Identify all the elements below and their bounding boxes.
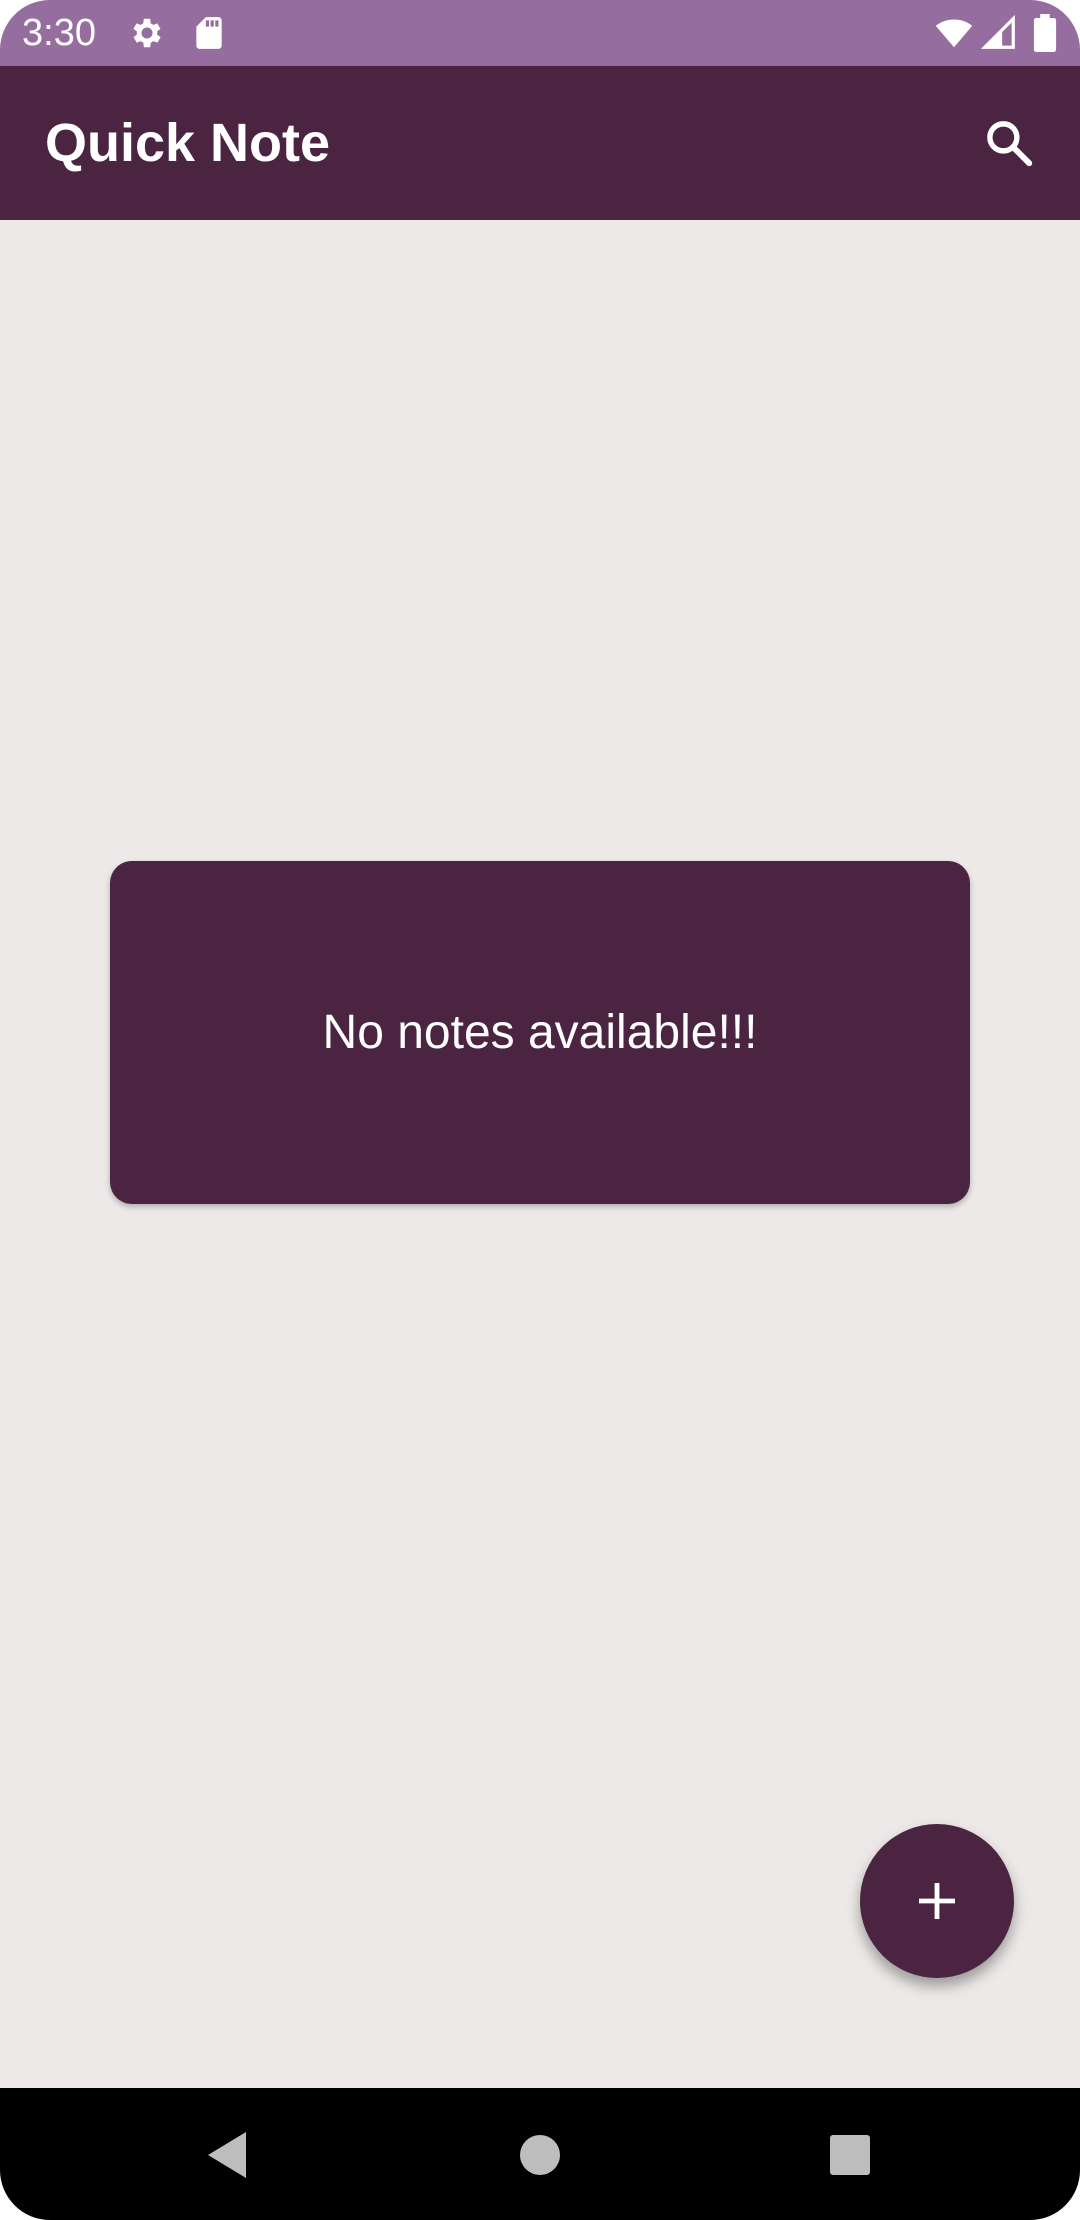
status-bar: 3:30 [0, 0, 1080, 66]
add-icon [919, 1883, 955, 1919]
signal-icon [980, 14, 1018, 52]
nav-recents-button[interactable] [805, 2110, 895, 2200]
wifi-icon [934, 14, 973, 52]
add-note-button[interactable] [860, 1824, 1014, 1978]
back-icon [208, 2132, 246, 2178]
settings-gear-icon [128, 14, 166, 52]
app-title: Quick Note [45, 113, 331, 173]
screen: 3:30 Quick Note No notes available!!! [0, 0, 1080, 2220]
nav-back-button[interactable] [182, 2110, 272, 2200]
navigation-bar [0, 2088, 1080, 2220]
app-bar: Quick Note [0, 66, 1080, 220]
empty-notes-message: No notes available!!! [322, 1005, 758, 1059]
nav-home-button[interactable] [495, 2110, 585, 2200]
sd-card-icon [190, 14, 228, 52]
battery-icon [1030, 14, 1068, 52]
search-icon [987, 121, 1033, 167]
search-button[interactable] [976, 110, 1042, 176]
empty-notes-card: No notes available!!! [110, 861, 970, 1204]
recents-icon [830, 2135, 870, 2175]
status-time: 3:30 [22, 12, 96, 54]
home-icon [520, 2135, 560, 2175]
